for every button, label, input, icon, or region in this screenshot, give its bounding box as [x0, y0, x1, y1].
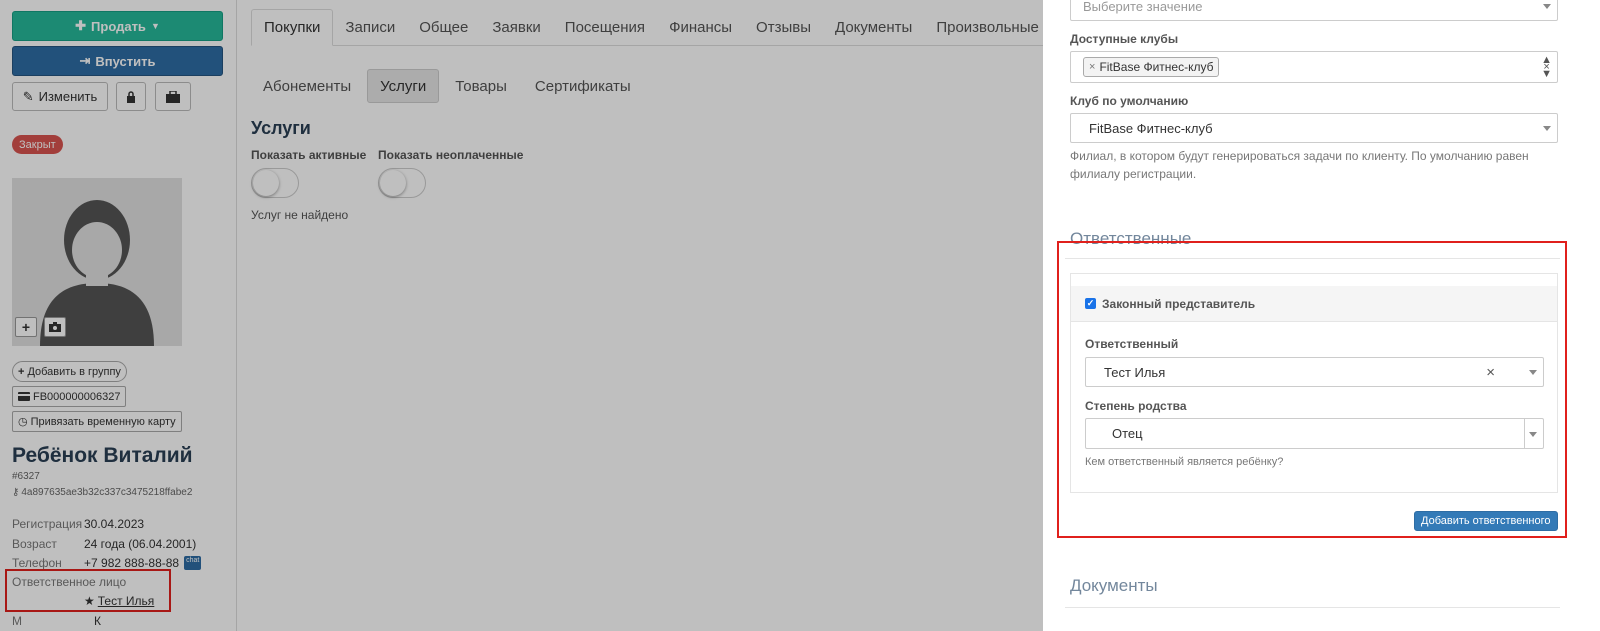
responsible-highlight-box	[1057, 241, 1567, 538]
caret-down-icon	[1543, 4, 1551, 9]
caret-down-icon	[1543, 126, 1551, 131]
top-select[interactable]: Выберите значение	[1070, 0, 1558, 21]
available-clubs-label: Доступные клубы	[1070, 32, 1179, 46]
club-tag: × FitBase Фитнес-клуб	[1083, 57, 1220, 77]
default-club-select[interactable]: FitBase Фитнес-клуб	[1070, 113, 1558, 143]
default-club-help: Филиал, в котором будут генерироваться з…	[1070, 149, 1529, 181]
clear-stepper-icon[interactable]: ▲ × ▼	[1541, 55, 1552, 80]
client-settings-panel: Выберите значение Доступные клубы × FitB…	[1043, 0, 1600, 631]
default-club-label: Клуб по умолчанию	[1070, 94, 1189, 108]
available-clubs-select[interactable]: × FitBase Фитнес-клуб ▲ × ▼	[1070, 51, 1558, 83]
modal-backdrop[interactable]	[0, 0, 1043, 631]
section-divider	[1065, 607, 1560, 608]
documents-section-title: Документы	[1070, 576, 1158, 595]
remove-tag-icon[interactable]: ×	[1089, 61, 1095, 73]
